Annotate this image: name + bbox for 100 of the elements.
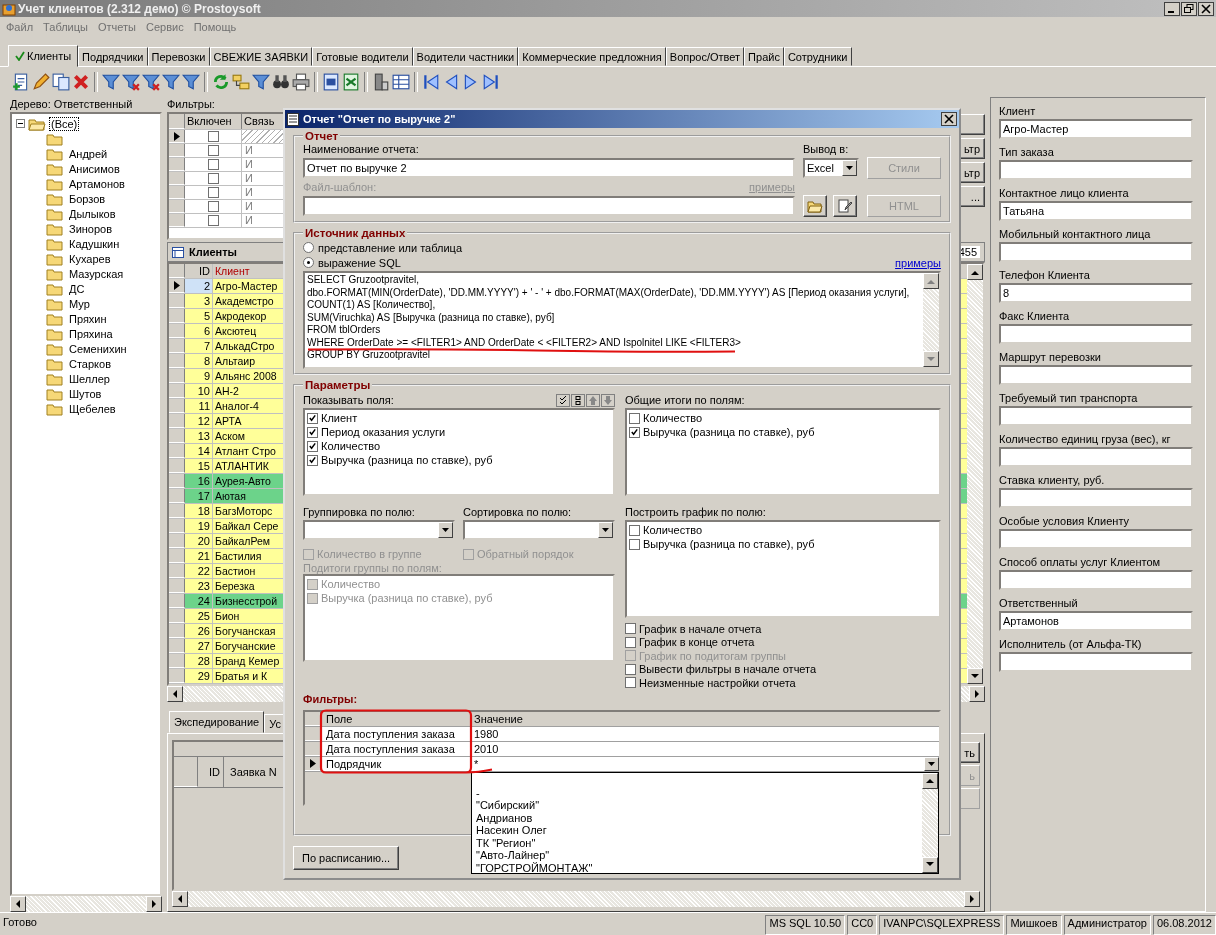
checkbox[interactable] (207, 131, 219, 142)
checkbox[interactable] (625, 636, 636, 648)
examples-link[interactable]: примеры (895, 256, 941, 269)
folder-icon[interactable] (46, 206, 64, 221)
column-header[interactable]: ID (185, 264, 213, 278)
list-item[interactable]: "ГОРСТРОЙМОНТАЖ" (476, 861, 593, 874)
tab[interactable]: Вопрос/Ответ (665, 47, 745, 66)
tree-item[interactable]: Дылыков (67, 206, 118, 221)
checkbox[interactable] (625, 623, 636, 635)
text-field[interactable]: Агро-Мастер (999, 119, 1193, 139)
folder-icon[interactable] (46, 326, 64, 341)
folder-icon[interactable] (46, 191, 64, 206)
tab[interactable]: СВЕЖИЕ ЗАЯВКИ (209, 47, 313, 66)
text-field[interactable] (999, 570, 1193, 590)
row-header[interactable] (169, 130, 185, 143)
tree-item[interactable]: Андрей (67, 146, 110, 161)
close-button[interactable] (1198, 1, 1214, 16)
dropdown-arrow-icon[interactable] (846, 166, 853, 170)
tree-item[interactable]: Зиноров (67, 221, 115, 236)
dropdown-arrow-icon[interactable] (928, 761, 935, 766)
folder-icon[interactable] (46, 251, 64, 266)
folder-tree-icon[interactable] (232, 73, 250, 91)
first-icon[interactable] (422, 73, 440, 91)
text-field[interactable] (999, 406, 1193, 426)
folder-icon[interactable] (46, 296, 64, 311)
folder-icon[interactable] (46, 401, 64, 416)
tree-item[interactable]: Кухарев (67, 251, 113, 266)
column-header[interactable]: Включен (185, 114, 242, 129)
list-item[interactable]: "Авто-Лайнер" (476, 849, 550, 862)
tab[interactable]: Водители частники (412, 47, 519, 66)
right-arrow-icon[interactable] (151, 900, 157, 908)
down-arrow-icon[interactable] (971, 673, 979, 679)
open-folder-button[interactable] (803, 195, 827, 217)
checkbox[interactable] (207, 173, 219, 184)
tree-item[interactable]: Пряхина (67, 326, 115, 341)
text-field[interactable]: Отчет по выручке 2 (303, 158, 795, 178)
radio-button[interactable] (303, 257, 314, 268)
folder-icon[interactable] (46, 131, 64, 146)
delete-icon[interactable] (72, 73, 90, 91)
checkbox[interactable] (307, 454, 318, 466)
group-select[interactable] (303, 520, 455, 540)
sort-select[interactable] (463, 520, 615, 540)
table-icon[interactable] (392, 73, 410, 91)
folder-icon[interactable] (46, 161, 64, 176)
tree-item[interactable]: Семенихин (67, 341, 129, 356)
output-select[interactable]: Excel (803, 158, 859, 178)
checkbox[interactable] (207, 159, 219, 170)
folder-icon[interactable] (46, 266, 64, 281)
tab[interactable]: Клиенты (8, 45, 79, 67)
checkbox[interactable] (629, 426, 640, 438)
sql-editor[interactable] (303, 271, 941, 369)
tree-item[interactable]: Кадушкин (67, 236, 122, 251)
right-arrow-icon[interactable] (974, 690, 980, 698)
close-button[interactable] (941, 112, 957, 126)
binoculars-icon[interactable] (272, 73, 290, 91)
move-down-icon[interactable] (601, 393, 615, 407)
checkbox[interactable] (629, 538, 640, 550)
scrollbar[interactable] (922, 772, 938, 873)
list-item[interactable]: Андрианов (476, 811, 533, 824)
folder-icon[interactable] (46, 281, 64, 296)
down-arrow-icon[interactable] (926, 862, 934, 867)
column-icon[interactable] (372, 73, 390, 91)
tree-item[interactable]: Пряхин (67, 311, 109, 326)
tab[interactable]: Коммерческие предложния (518, 47, 666, 66)
filter-icon[interactable] (162, 73, 180, 91)
tab[interactable]: Готовые водители (312, 47, 413, 66)
checkbox[interactable] (625, 663, 636, 675)
left-arrow-icon[interactable] (177, 895, 183, 903)
tree-item[interactable]: Старков (67, 356, 113, 371)
folder-icon[interactable] (46, 146, 64, 161)
text-field[interactable] (999, 242, 1193, 262)
folder-icon[interactable] (46, 356, 64, 371)
text-field[interactable]: Артамонов (999, 611, 1193, 631)
left-arrow-icon[interactable] (15, 900, 21, 908)
checkbox[interactable] (307, 426, 318, 438)
tree-item[interactable]: (Все) (49, 116, 80, 131)
checkbox[interactable] (307, 440, 318, 452)
text-field[interactable] (999, 447, 1193, 467)
tree-item[interactable]: Шеллер (67, 371, 112, 386)
filter-icon[interactable] (252, 73, 270, 91)
tree-item[interactable]: Артамонов (67, 176, 127, 191)
checkbox[interactable] (629, 524, 640, 536)
schedule-button[interactable]: По расписанию... (293, 846, 400, 870)
text-field[interactable] (999, 160, 1193, 180)
text-field[interactable] (999, 365, 1193, 385)
dropdown-arrow-icon[interactable] (602, 528, 609, 532)
tree-item[interactable]: Мур (67, 296, 92, 311)
folder-icon[interactable] (46, 311, 64, 326)
minimize-button[interactable] (1164, 1, 1180, 16)
printer-icon[interactable] (292, 73, 310, 91)
folder-icon[interactable] (46, 386, 64, 401)
list-item[interactable]: ТК "Регион" (476, 836, 536, 849)
tree-item[interactable]: Шутов (67, 386, 104, 401)
text-field[interactable]: Татьяна (999, 201, 1193, 221)
tree-item[interactable]: Мазурская (67, 266, 126, 281)
text-field[interactable] (999, 488, 1193, 508)
checkbox[interactable] (625, 677, 636, 689)
pencil-icon[interactable] (32, 73, 50, 91)
text-field[interactable] (999, 652, 1193, 672)
checkbox[interactable] (207, 187, 219, 198)
